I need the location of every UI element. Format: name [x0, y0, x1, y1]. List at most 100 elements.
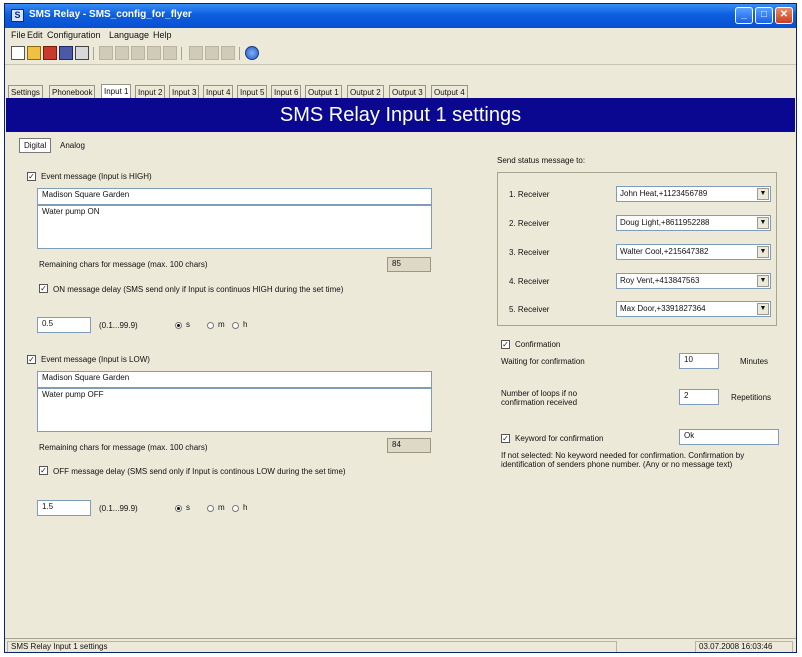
chevron-down-icon[interactable]: ▼	[757, 275, 769, 287]
tab-output-2[interactable]: Output 2	[347, 85, 384, 98]
on-unit-m-label: m	[218, 320, 225, 329]
tab-output-3[interactable]: Output 3	[389, 85, 426, 98]
on-unit-s-label: s	[186, 320, 190, 329]
tab-input-3[interactable]: Input 3	[169, 85, 200, 98]
minimize-button[interactable]: _	[735, 7, 753, 24]
chevron-down-icon[interactable]: ▼	[757, 246, 769, 258]
copy-icon[interactable]	[115, 46, 129, 60]
off-unit-s-radio[interactable]	[175, 505, 182, 512]
subtab-digital[interactable]: Digital	[19, 138, 52, 153]
loops-label: Number of loops if no confirmation recei…	[501, 389, 578, 407]
low-remaining-label: Remaining chars for message (max. 100 ch…	[39, 443, 208, 452]
on-unit-h-radio[interactable]	[232, 322, 239, 329]
status-bar: SMS Relay Input 1 settings 03.07.2008 16…	[5, 638, 796, 652]
menu-edit[interactable]: Edit	[27, 30, 43, 40]
app-window: S SMS Relay - SMS_config_for_flyer _ □ ✕…	[4, 3, 797, 653]
maximize-button[interactable]: □	[755, 7, 773, 24]
receiver-4-value: Roy Vent,+413847563	[620, 276, 700, 285]
receiver-2-label: 2. Receiver	[509, 219, 550, 228]
connect-icon[interactable]	[43, 46, 57, 60]
open-folder-icon[interactable]	[27, 46, 41, 60]
on-delay-input[interactable]: 0.5	[37, 317, 91, 333]
receiver-4-select[interactable]: Roy Vent,+413847563 ▼	[616, 273, 771, 289]
receiver-5-select[interactable]: Max Door,+3391827364 ▼	[616, 301, 771, 317]
send-status-label: Send status message to:	[497, 156, 586, 165]
window-title: SMS Relay - SMS_config_for_flyer	[29, 9, 192, 20]
title-bar: S SMS Relay - SMS_config_for_flyer _ □ ✕	[5, 4, 796, 28]
menu-file[interactable]: File	[11, 30, 26, 40]
waiting-input[interactable]: 10	[679, 353, 719, 369]
tab-phonebook[interactable]: Phonebook	[49, 85, 96, 98]
subtab-analog[interactable]: Analog	[55, 138, 90, 153]
menu-language[interactable]: Language	[109, 30, 149, 40]
menu-help[interactable]: Help	[153, 30, 172, 40]
low-message-line1[interactable]: Madison Square Garden	[37, 371, 432, 388]
undo-icon[interactable]	[163, 46, 177, 60]
page-title: SMS Relay Input 1 settings	[6, 98, 795, 132]
receiver-3-select[interactable]: Walter Cool,+215647382 ▼	[616, 244, 771, 260]
event-high-label: Event message (Input is HIGH)	[41, 172, 152, 181]
high-remaining-label: Remaining chars for message (max. 100 ch…	[39, 260, 208, 269]
event-low-label: Event message (Input is LOW)	[41, 355, 150, 364]
tab-output-1[interactable]: Output 1	[305, 85, 342, 98]
receiver-2-select[interactable]: Doug Light,+8611952288 ▼	[616, 215, 771, 231]
low-remaining-value: 84	[387, 438, 431, 453]
receiver-1-label: 1. Receiver	[509, 190, 550, 199]
high-message-line1[interactable]: Madison Square Garden	[37, 188, 432, 205]
chevron-down-icon[interactable]: ▼	[757, 303, 769, 315]
keyword-checkbox[interactable]: ✓	[501, 434, 510, 443]
chevron-down-icon[interactable]: ▼	[757, 188, 769, 200]
off-unit-h-radio[interactable]	[232, 505, 239, 512]
menu-configuration[interactable]: Configuration	[47, 30, 101, 40]
receiver-2-value: Doug Light,+8611952288	[620, 218, 710, 227]
tab-input-4[interactable]: Input 4	[203, 85, 234, 98]
receiver-5-value: Max Door,+3391827364	[620, 304, 706, 313]
low-message-line2[interactable]: Water pump OFF	[37, 388, 432, 432]
receiver-1-select[interactable]: John Heat,+1123456789 ▼	[616, 186, 771, 202]
globe-icon[interactable]	[245, 46, 259, 60]
event-low-checkbox[interactable]: ✓	[27, 355, 36, 364]
tab-input-1[interactable]: Input 1	[101, 84, 132, 98]
on-delay-range: (0.1...99.9)	[99, 321, 138, 330]
toolbar	[5, 44, 796, 65]
waiting-unit: Minutes	[740, 357, 769, 366]
status-datetime: 03.07.2008 16:03:46	[695, 641, 793, 652]
off-unit-s-label: s	[186, 503, 190, 512]
receiver-3-value: Walter Cool,+215647382	[620, 247, 709, 256]
keyword-label: Keyword for confirmation	[515, 434, 604, 443]
on-delay-checkbox[interactable]: ✓	[39, 284, 48, 293]
new-file-icon[interactable]	[11, 46, 25, 60]
chevron-down-icon[interactable]: ▼	[757, 217, 769, 229]
receiver-4-label: 4. Receiver	[509, 277, 550, 286]
save-icon[interactable]	[59, 46, 73, 60]
tab-input-5[interactable]: Input 5	[237, 85, 268, 98]
print-icon[interactable]	[75, 46, 89, 60]
off-unit-m-radio[interactable]	[207, 505, 214, 512]
confirmation-checkbox[interactable]: ✓	[501, 340, 510, 349]
cut-icon[interactable]	[99, 46, 113, 60]
high-message-line2[interactable]: Water pump ON	[37, 205, 432, 249]
off-delay-checkbox[interactable]: ✓	[39, 466, 48, 475]
tab-output-4[interactable]: Output 4	[431, 85, 468, 98]
loops-input[interactable]: 2	[679, 389, 719, 405]
phone-icon[interactable]	[221, 46, 235, 60]
status-text: SMS Relay Input 1 settings	[7, 641, 617, 652]
paste-icon[interactable]	[131, 46, 145, 60]
download-icon[interactable]	[205, 46, 219, 60]
on-unit-s-radio[interactable]	[175, 322, 182, 329]
upload-icon[interactable]	[189, 46, 203, 60]
tab-settings[interactable]: Settings	[8, 85, 43, 98]
toolbar-separator	[181, 47, 182, 60]
close-button[interactable]: ✕	[775, 7, 793, 24]
receiver-5-label: 5. Receiver	[509, 305, 550, 314]
event-high-checkbox[interactable]: ✓	[27, 172, 36, 181]
tab-input-6[interactable]: Input 6	[271, 85, 302, 98]
menu-bar: File Edit Configuration Language Help	[5, 28, 796, 44]
keyword-input[interactable]: Ok	[679, 429, 779, 445]
delete-icon[interactable]	[147, 46, 161, 60]
off-delay-input[interactable]: 1.5	[37, 500, 91, 516]
receiver-3-label: 3. Receiver	[509, 248, 550, 257]
on-unit-m-radio[interactable]	[207, 322, 214, 329]
off-unit-m-label: m	[218, 503, 225, 512]
tab-input-2[interactable]: Input 2	[135, 85, 166, 98]
